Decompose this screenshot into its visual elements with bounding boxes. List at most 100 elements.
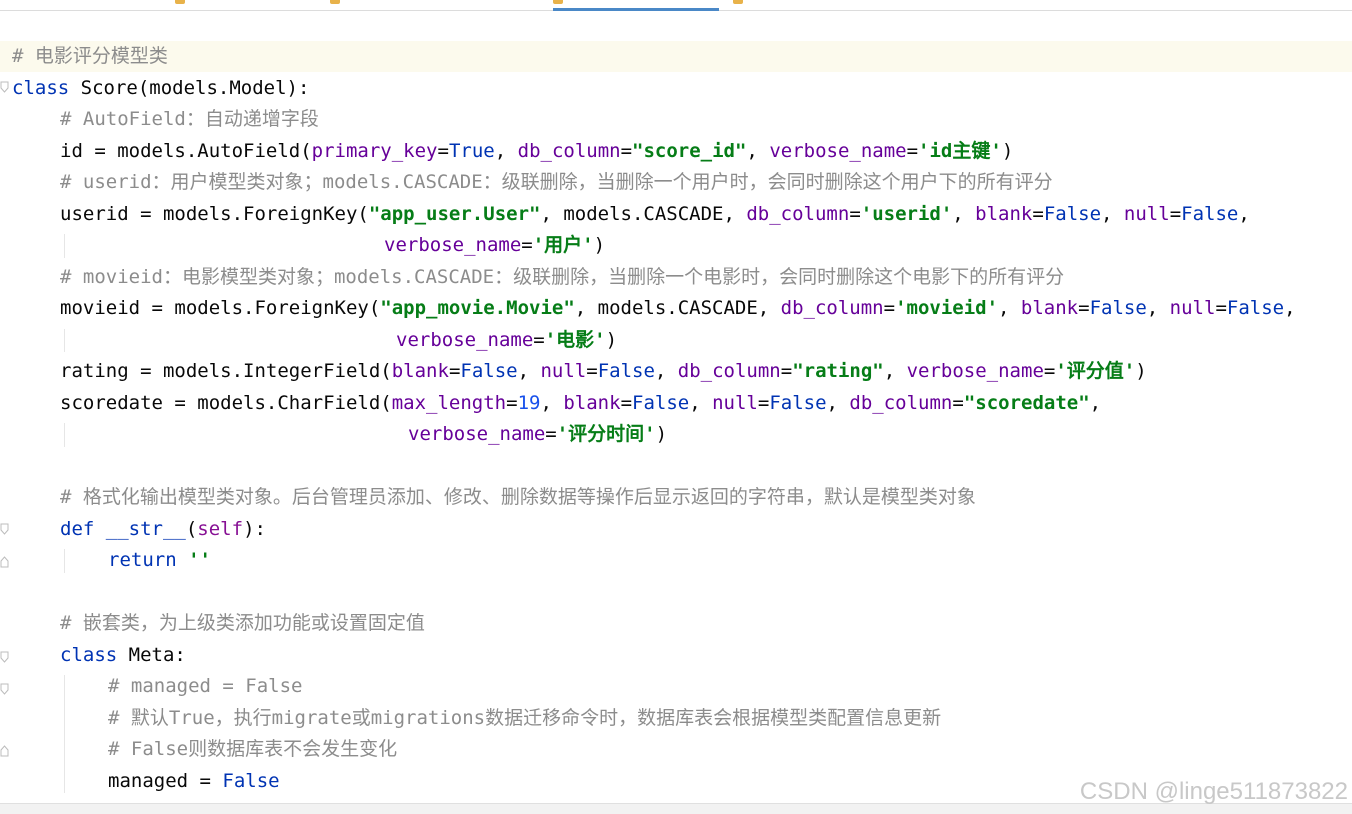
code-token: False (769, 391, 827, 414)
watermark: CSDN @linge511873822 (1079, 778, 1348, 805)
code-token: id = models.AutoField( (60, 139, 312, 162)
code-token: # movieid：电影模型类对象；models.CASCADE：级联删除，当删… (60, 265, 1065, 288)
code-token: , (1146, 297, 1170, 319)
code-token: verbose_name (408, 423, 546, 445)
code-token: = (437, 139, 449, 162)
code-token: # 默认True，执行migrate或migrations数据迁移命令时，数据库… (108, 706, 942, 729)
code-token: = (780, 360, 793, 382)
code-token: = (620, 391, 633, 414)
code-token: , (746, 139, 770, 162)
code-line[interactable]: # 电影评分模型类 (0, 41, 1352, 72)
code-token: , (883, 360, 907, 382)
code-token: blank (391, 360, 449, 382)
code-token: = (757, 391, 770, 414)
code-token: True (448, 139, 495, 162)
editor-tab-4[interactable] (733, 0, 883, 10)
code-line[interactable]: return '' (108, 545, 211, 576)
code-token: , (494, 139, 518, 162)
code-token: userid = models.ForeignKey( (60, 202, 369, 225)
editor-tab-2[interactable] (330, 0, 550, 10)
code-line[interactable]: # managed = False (108, 671, 302, 702)
fold-marker-icon[interactable] (0, 523, 10, 535)
code-token: "scoredate" (963, 391, 1090, 414)
code-token: , (952, 202, 976, 225)
code-token: ) (1135, 360, 1147, 382)
code-token: False (222, 769, 280, 792)
code-token: , (689, 391, 713, 414)
code-line[interactable]: managed = False (108, 766, 280, 797)
code-line[interactable]: # 嵌套类，为上级类添加功能或设置固定值 (60, 608, 425, 639)
code-token: = (1032, 202, 1044, 225)
code-token: , (654, 360, 678, 382)
code-line[interactable]: # AutoField：自动递增字段 (60, 104, 319, 135)
code-token: , (517, 360, 541, 382)
code-token: , models.CASCADE, (540, 202, 747, 225)
code-line[interactable]: def __str__(self): (60, 514, 266, 545)
code-token: ) (593, 234, 606, 256)
code-line[interactable]: # movieid：电影模型类对象；models.CASCADE：级联删除，当删… (60, 262, 1064, 293)
code-line[interactable]: verbose_name='用户') (384, 230, 605, 261)
code-token: null (1123, 202, 1170, 225)
code-token: , (998, 297, 1021, 319)
code-token: = (1215, 297, 1227, 319)
code-token: , (1089, 391, 1102, 414)
code-token: # 电影评分模型类 (12, 45, 168, 67)
code-line[interactable]: userid = models.ForeignKey("app_user.Use… (60, 199, 1250, 230)
code-token: db_column (517, 139, 621, 162)
code-token: db_column (746, 202, 850, 225)
code-token: 'userid' (860, 202, 953, 225)
fold-end-marker-icon[interactable] (0, 745, 10, 757)
code-token: ) (605, 328, 618, 351)
code-line[interactable]: # False则数据库表不会发生变化 (108, 734, 397, 765)
code-line[interactable]: # 格式化输出模型类对象。后台管理员添加、修改、删除数据等操作后显示返回的字符串… (60, 482, 976, 513)
editor-tab-1[interactable] (175, 0, 325, 10)
fold-marker-icon[interactable] (0, 81, 10, 93)
code-token: scoredate = models.CharField( (60, 391, 392, 414)
code-line[interactable]: # userid：用户模型类对象；models.CASCADE：级联删除，当删除… (60, 167, 1053, 198)
code-token: '' (188, 549, 211, 571)
code-token: ) (655, 423, 668, 445)
code-token: "app_movie.Movie" (380, 297, 575, 319)
code-token: 19 (517, 391, 541, 414)
code-token: False (460, 360, 518, 382)
code-token: # False则数据库表不会发生变化 (108, 738, 398, 760)
code-line[interactable]: id = models.AutoField(primary_key=True, … (60, 136, 1013, 167)
python-file-icon (553, 0, 563, 4)
code-token: self (197, 517, 244, 540)
code-line[interactable]: class Meta: (60, 640, 186, 671)
code-token: False (597, 360, 655, 382)
python-file-icon (330, 0, 340, 4)
code-line[interactable]: rating = models.IntegerField(blank=False… (60, 356, 1147, 387)
code-token: blank (975, 202, 1033, 225)
code-token: Score(models.Model): (80, 76, 310, 99)
code-token: , (826, 391, 850, 414)
code-token: class (12, 76, 81, 99)
fold-end-marker-icon[interactable] (0, 556, 10, 568)
code-line[interactable]: verbose_name='电影') (396, 325, 617, 356)
fold-marker-icon[interactable] (0, 683, 10, 695)
code-token: # AutoField：自动递增字段 (60, 108, 319, 130)
code-token: null (540, 360, 587, 382)
code-editor[interactable]: # 电影评分模型类 class Score(models.Model): # Aut… (0, 11, 1352, 804)
code-line[interactable]: # 默认True，执行migrate或migrations数据迁移命令时，数据库… (108, 703, 941, 734)
code-line[interactable]: movieid = models.ForeignKey("app_movie.M… (60, 293, 1296, 324)
code-token: 'id主键' (918, 139, 1002, 162)
code-token: ): (243, 517, 266, 540)
fold-marker-icon[interactable] (0, 651, 10, 663)
code-token: = (1043, 360, 1056, 382)
code-token: , (1238, 202, 1250, 225)
code-token: '评分值' (1055, 360, 1136, 382)
code-token: = (1169, 202, 1182, 225)
python-file-icon (733, 0, 743, 4)
code-token: movieid = models.ForeignKey( (60, 297, 381, 319)
code-token: = (906, 139, 919, 162)
code-line[interactable]: class Score(models.Model): (12, 73, 309, 104)
code-token: verbose_name (769, 139, 907, 162)
code-token: = (1078, 297, 1090, 319)
code-line[interactable]: verbose_name='评分时间') (408, 419, 667, 450)
code-token: max_length (391, 391, 507, 414)
code-line[interactable]: scoredate = models.CharField(max_length =… (60, 388, 1101, 419)
code-token: 'movieid' (895, 297, 999, 319)
editor-tab-active[interactable] (553, 0, 719, 11)
code-token: False (632, 391, 690, 414)
